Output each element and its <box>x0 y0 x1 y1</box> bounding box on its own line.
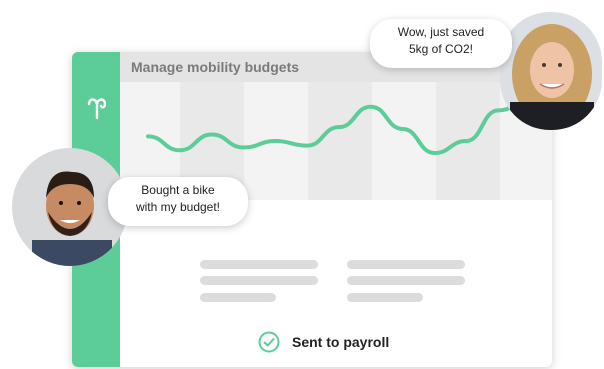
bubble-line: 5kg of CO2! <box>408 42 474 56</box>
check-circle-icon <box>258 331 280 353</box>
placeholder-line <box>347 276 465 285</box>
placeholder-line <box>200 276 318 285</box>
page-title: Manage mobility budgets <box>131 59 300 75</box>
bubble-line: Bought a bike <box>141 183 215 197</box>
status-label: Sent to payroll <box>292 334 390 350</box>
avatar-woman <box>500 12 602 130</box>
bubble-line: with my budget! <box>135 200 221 214</box>
status-row: Sent to payroll <box>258 330 389 354</box>
sidebar-logo-icon[interactable] <box>86 96 108 120</box>
placeholder-line <box>347 293 423 302</box>
speech-bubble-bike: Bought a bike with my budget! <box>108 177 248 226</box>
speech-bubble-co2: Wow, just saved 5kg of CO2! <box>370 19 512 68</box>
bubble-line: Wow, just saved <box>397 25 485 39</box>
placeholder-line <box>200 293 276 302</box>
placeholder-line <box>200 260 318 269</box>
placeholder-line <box>347 260 465 269</box>
